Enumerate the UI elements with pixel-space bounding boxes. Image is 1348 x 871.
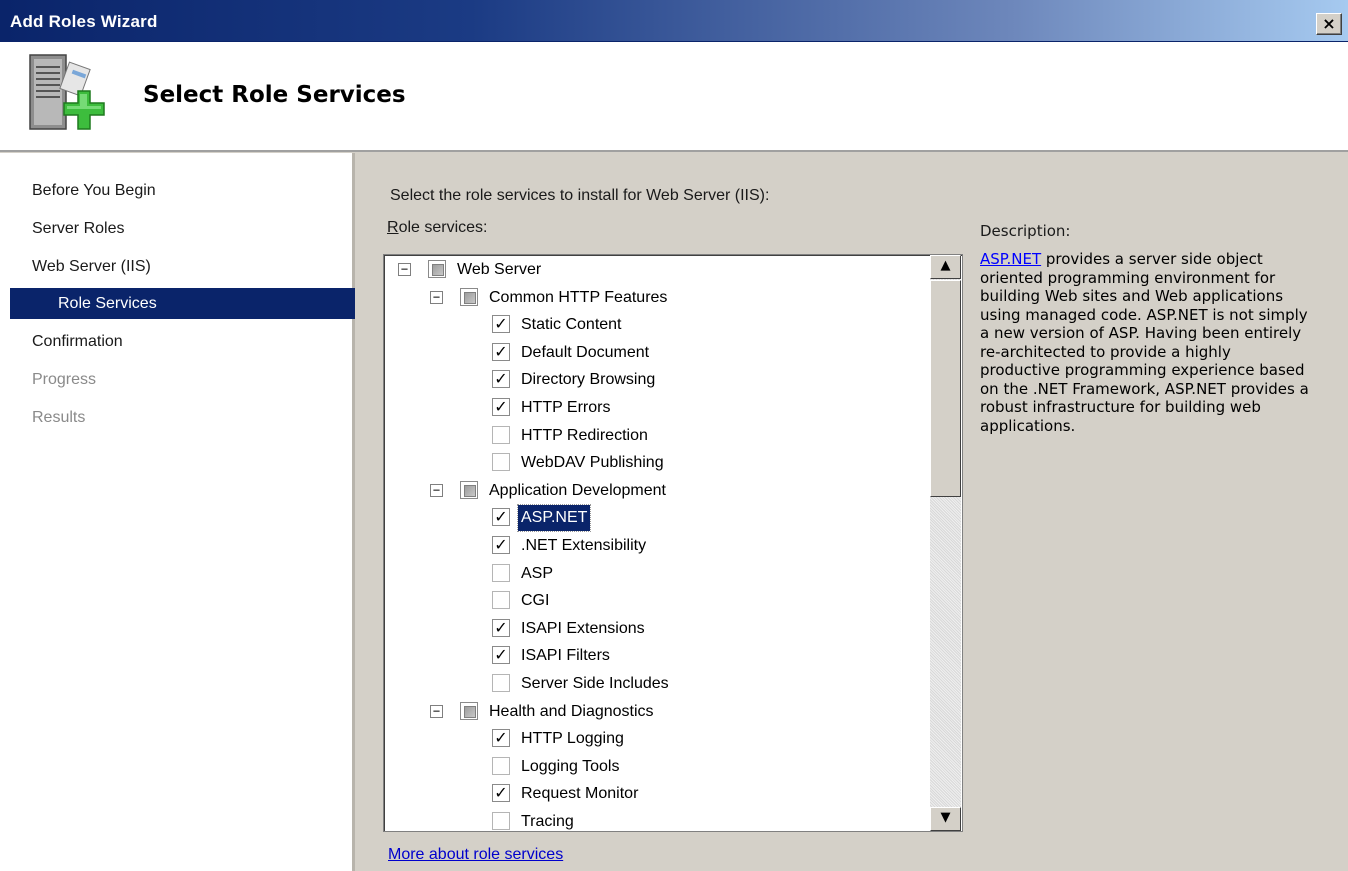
sidebar-item-results: Results bbox=[32, 409, 86, 426]
checkbox-application-development[interactable] bbox=[460, 480, 478, 499]
tree-item-application-development[interactable]: − Application Development bbox=[384, 478, 924, 504]
role-services-label-rest: ole services: bbox=[398, 219, 488, 236]
wizard-steps-sidebar: Before You Begin Server Roles Web Server… bbox=[0, 153, 355, 871]
tree-item-label[interactable]: Default Document bbox=[518, 340, 652, 366]
sidebar-item-role-services[interactable]: Role Services bbox=[10, 288, 355, 319]
tree-item-directory-browsing[interactable]: ✓ Directory Browsing bbox=[384, 367, 924, 393]
checkbox-asp-net[interactable]: ✓ bbox=[492, 508, 510, 527]
description-text: ASP.NET provides a server side object or… bbox=[980, 250, 1310, 435]
checkbox-tracing[interactable] bbox=[492, 812, 510, 830]
sidebar-item-web-server-iis[interactable]: Web Server (IIS) bbox=[0, 251, 355, 282]
checkbox-common-http-features[interactable] bbox=[460, 287, 478, 306]
tree-item-logging-tools[interactable]: Logging Tools bbox=[384, 754, 924, 780]
checkbox-web-server[interactable] bbox=[428, 260, 446, 278]
instructions-text: Select the role services to install for … bbox=[390, 187, 770, 204]
tree-item-label[interactable]: Application Development bbox=[486, 478, 669, 504]
role-services-tree[interactable]: − Web Server − Common HTTP Features ✓ Static … bbox=[383, 254, 963, 832]
tree-item-label[interactable]: WebDAV Publishing bbox=[518, 450, 667, 476]
tree-item-request-monitor[interactable]: ✓ Request Monitor bbox=[384, 781, 924, 807]
sidebar-item-progress: Progress bbox=[32, 371, 97, 388]
tree-item-net-extensibility[interactable]: ✓ .NET Extensibility bbox=[384, 533, 924, 559]
expand-collapse-toggle[interactable]: − bbox=[430, 704, 443, 718]
close-button[interactable]: × bbox=[1316, 13, 1342, 35]
checkbox-isapi-filters[interactable]: ✓ bbox=[492, 646, 510, 665]
tree-item-label[interactable]: ISAPI Filters bbox=[518, 643, 613, 669]
scrollbar-thumb[interactable] bbox=[930, 280, 961, 497]
description-body: provides a server side object oriented p… bbox=[980, 250, 1309, 435]
checkbox-webdav-publishing[interactable] bbox=[492, 453, 510, 472]
checkbox-logging-tools[interactable] bbox=[492, 756, 510, 775]
tree-item-label[interactable]: HTTP Logging bbox=[518, 726, 627, 752]
tree-item-tracing[interactable]: Tracing bbox=[384, 809, 924, 831]
window-title: Add Roles Wizard bbox=[10, 12, 158, 31]
sidebar-item-server-roles[interactable]: Server Roles bbox=[0, 213, 355, 244]
tree-item-label[interactable]: HTTP Errors bbox=[518, 395, 613, 421]
tree-item-static-content[interactable]: ✓ Static Content bbox=[384, 312, 924, 338]
scroll-up-button[interactable]: ▲ bbox=[930, 255, 961, 279]
tree-item-label[interactable]: Server Side Includes bbox=[518, 671, 672, 697]
role-services-mnemonic: R bbox=[387, 219, 399, 236]
title-bar[interactable]: Add Roles Wizard × bbox=[0, 0, 1348, 42]
tree-item-label[interactable]: ASP.NET bbox=[516, 504, 592, 533]
tree-scrollbar[interactable]: ▲ ▼ bbox=[930, 255, 961, 831]
checkbox-default-document[interactable]: ✓ bbox=[492, 342, 510, 361]
sidebar-item-before-you-begin[interactable]: Before You Begin bbox=[0, 175, 355, 206]
scroll-down-button[interactable]: ▼ bbox=[930, 807, 961, 831]
tree-item-common-http-features[interactable]: − Common HTTP Features bbox=[384, 285, 924, 311]
tree-item-label[interactable]: Common HTTP Features bbox=[486, 285, 670, 311]
page-title: Select Role Services bbox=[143, 82, 406, 108]
checkbox-health-and-diagnostics[interactable] bbox=[460, 701, 478, 720]
tree-item-health-and-diagnostics[interactable]: − Health and Diagnostics bbox=[384, 699, 924, 725]
tree-item-cgi[interactable]: CGI bbox=[384, 588, 924, 614]
checkbox-http-logging[interactable]: ✓ bbox=[492, 729, 510, 748]
role-services-label: Role services: bbox=[387, 219, 487, 237]
checkbox-directory-browsing[interactable]: ✓ bbox=[492, 370, 510, 389]
tree-item-label[interactable]: .NET Extensibility bbox=[518, 533, 649, 559]
tree-item-isapi-extensions[interactable]: ✓ ISAPI Extensions bbox=[384, 616, 924, 642]
checkbox-asp[interactable] bbox=[492, 563, 510, 582]
add-roles-wizard-window: Add Roles Wizard × Select Role Services … bbox=[0, 0, 1348, 871]
sidebar-item-confirmation[interactable]: Confirmation bbox=[0, 326, 355, 357]
tree-item-label[interactable]: Web Server bbox=[454, 257, 544, 283]
tree-item-label[interactable]: Request Monitor bbox=[518, 781, 641, 807]
main-content: Select the role services to install for … bbox=[358, 153, 1348, 871]
tree-item-server-side-includes[interactable]: Server Side Includes bbox=[384, 671, 924, 697]
tree-item-label[interactable]: ISAPI Extensions bbox=[518, 616, 648, 642]
tree-item-label[interactable]: Static Content bbox=[518, 312, 625, 338]
tree-item-label[interactable]: Health and Diagnostics bbox=[486, 699, 657, 725]
tree-item-label[interactable]: CGI bbox=[518, 588, 552, 614]
checkbox-static-content[interactable]: ✓ bbox=[492, 315, 510, 334]
wizard-header: Select Role Services bbox=[0, 42, 1348, 152]
checkbox-cgi[interactable] bbox=[492, 591, 510, 610]
checkbox-server-side-includes[interactable] bbox=[492, 674, 510, 692]
tree-item-http-errors[interactable]: ✓ HTTP Errors bbox=[384, 395, 924, 421]
tree-item-label[interactable]: Directory Browsing bbox=[518, 367, 658, 393]
tree-item-http-redirection[interactable]: HTTP Redirection bbox=[384, 423, 924, 449]
tree-item-default-document[interactable]: ✓ Default Document bbox=[384, 340, 924, 366]
expand-collapse-toggle[interactable]: − bbox=[430, 290, 443, 304]
checkbox-http-errors[interactable]: ✓ bbox=[492, 398, 510, 416]
tree-item-isapi-filters[interactable]: ✓ ISAPI Filters bbox=[384, 643, 924, 669]
tree-item-http-logging[interactable]: ✓ HTTP Logging bbox=[384, 726, 924, 752]
description-label: Description: bbox=[980, 222, 1071, 240]
checkbox-net-extensibility[interactable]: ✓ bbox=[492, 536, 510, 554]
tree-item-webdav-publishing[interactable]: WebDAV Publishing bbox=[384, 450, 924, 476]
tree-item-label[interactable]: ASP bbox=[518, 561, 556, 587]
tree-item-label[interactable]: Tracing bbox=[518, 809, 577, 831]
server-roles-add-icon bbox=[24, 51, 114, 144]
checkbox-http-redirection[interactable] bbox=[492, 425, 510, 444]
description-link[interactable]: ASP.NET bbox=[980, 250, 1041, 268]
checkbox-request-monitor[interactable]: ✓ bbox=[492, 784, 510, 803]
tree-item-asp-net[interactable]: ✓ ASP.NET bbox=[384, 504, 924, 533]
expand-collapse-toggle[interactable]: − bbox=[430, 483, 443, 497]
more-about-role-services-link[interactable]: More about role services bbox=[388, 846, 563, 864]
tree-item-label[interactable]: Logging Tools bbox=[518, 754, 622, 780]
tree-item-asp[interactable]: ASP bbox=[384, 561, 924, 587]
checkbox-isapi-extensions[interactable]: ✓ bbox=[492, 618, 510, 637]
expand-collapse-toggle[interactable]: − bbox=[398, 263, 411, 276]
tree-item-label[interactable]: HTTP Redirection bbox=[518, 423, 651, 449]
tree-item-web-server[interactable]: − Web Server bbox=[384, 257, 924, 283]
